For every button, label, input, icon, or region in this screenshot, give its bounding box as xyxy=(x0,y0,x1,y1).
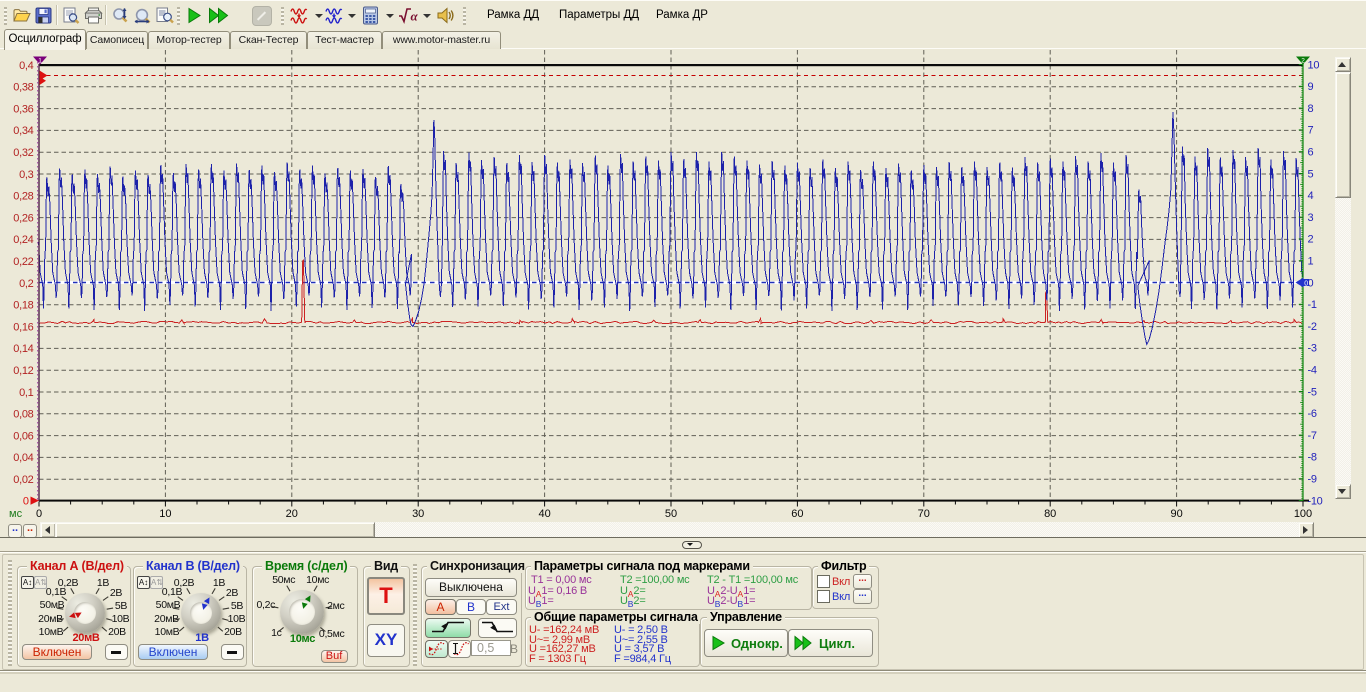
svg-text:0,16: 0,16 xyxy=(13,321,33,333)
svg-text:0,08: 0,08 xyxy=(13,409,33,421)
svg-text:2: 2 xyxy=(1301,58,1305,65)
svg-text:3: 3 xyxy=(1308,212,1314,224)
svg-text:0,06: 0,06 xyxy=(13,430,33,442)
svg-text:60: 60 xyxy=(791,508,803,520)
svg-text:70: 70 xyxy=(918,508,930,520)
svg-text:-5: -5 xyxy=(1308,386,1317,398)
svg-text:10: 10 xyxy=(1308,59,1320,71)
svg-text:0,4: 0,4 xyxy=(19,60,34,72)
svg-text:0: 0 xyxy=(36,508,42,520)
svg-text:0,12: 0,12 xyxy=(13,365,33,377)
svg-text:0,02: 0,02 xyxy=(13,474,33,486)
svg-text:-8: -8 xyxy=(1308,452,1317,464)
svg-text:0,2: 0,2 xyxy=(19,278,34,290)
svg-text:-4: -4 xyxy=(1308,365,1317,377)
svg-text:40: 40 xyxy=(538,508,550,520)
svg-text:0,24: 0,24 xyxy=(13,234,33,246)
svg-text:0,26: 0,26 xyxy=(13,212,33,224)
svg-text:α: α xyxy=(411,9,419,24)
svg-text:0: 0 xyxy=(1308,277,1314,289)
svg-text:2: 2 xyxy=(1308,234,1314,246)
svg-text:8: 8 xyxy=(1308,103,1314,115)
svg-text:100: 100 xyxy=(1294,508,1312,520)
svg-text:0,14: 0,14 xyxy=(13,343,33,355)
svg-text:4: 4 xyxy=(1308,190,1314,202)
svg-text:-6: -6 xyxy=(1308,408,1317,420)
svg-text:-2: -2 xyxy=(1308,321,1317,333)
svg-text:0,04: 0,04 xyxy=(13,452,33,464)
svg-text:-7: -7 xyxy=(1308,430,1317,442)
svg-text:20: 20 xyxy=(286,508,298,520)
svg-text:0,3: 0,3 xyxy=(19,169,34,181)
svg-text:1: 1 xyxy=(38,58,42,65)
svg-text:10: 10 xyxy=(159,508,171,520)
svg-text:30: 30 xyxy=(412,508,424,520)
svg-text:0,22: 0,22 xyxy=(13,256,33,268)
svg-text:0,34: 0,34 xyxy=(13,125,33,137)
svg-text:-9: -9 xyxy=(1308,474,1317,486)
svg-text:9: 9 xyxy=(1308,81,1314,93)
svg-text:0,36: 0,36 xyxy=(13,103,33,115)
svg-text:0: 0 xyxy=(23,496,29,508)
svg-text:0,1: 0,1 xyxy=(19,387,34,399)
svg-text:0,38: 0,38 xyxy=(13,82,33,94)
svg-text:0,32: 0,32 xyxy=(13,147,33,159)
svg-text:90: 90 xyxy=(1170,508,1182,520)
svg-text:80: 80 xyxy=(1044,508,1056,520)
svg-text:0,18: 0,18 xyxy=(13,300,33,312)
svg-text:-1: -1 xyxy=(1308,299,1317,311)
svg-text:-3: -3 xyxy=(1308,343,1317,355)
svg-text:7: 7 xyxy=(1308,125,1314,137)
svg-text:6: 6 xyxy=(1308,147,1314,159)
svg-text:50: 50 xyxy=(665,508,677,520)
svg-text:0,28: 0,28 xyxy=(13,191,33,203)
svg-text:5: 5 xyxy=(1308,168,1314,180)
svg-text:-10: -10 xyxy=(1308,495,1323,507)
svg-text:мс: мс xyxy=(9,508,23,520)
svg-text:1: 1 xyxy=(1308,256,1314,268)
